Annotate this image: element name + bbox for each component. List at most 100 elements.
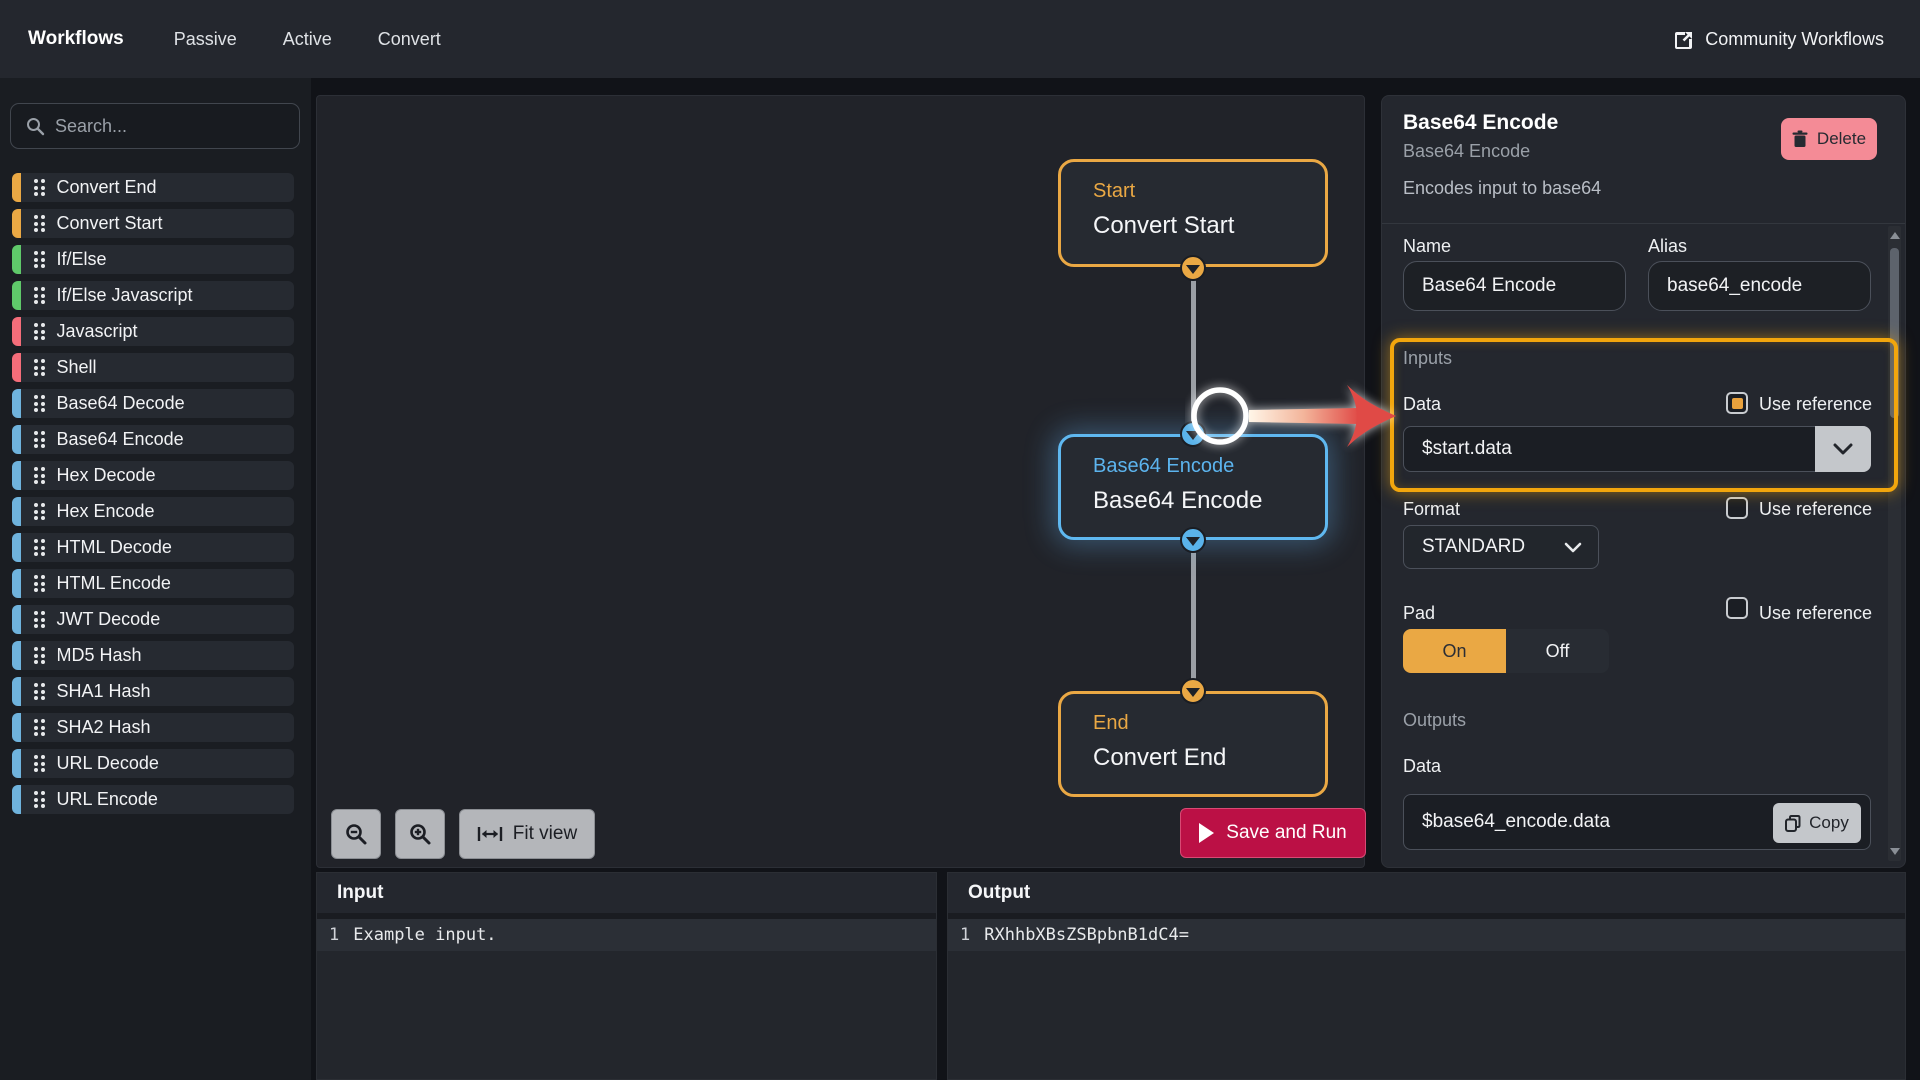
scroll-up-icon[interactable]	[1890, 232, 1900, 239]
node-item-label: HTML Decode	[56, 537, 172, 557]
edge-start-to-encode	[1191, 268, 1196, 434]
node-type-label: Start	[1093, 180, 1136, 202]
line-number: 1	[329, 925, 340, 945]
sidebar-node-item[interactable]: Convert End	[12, 173, 294, 202]
sidebar-node-item[interactable]: URL Decode	[12, 749, 294, 778]
fit-view-button[interactable]: Fit view	[459, 809, 595, 859]
zoom-in-button[interactable]	[395, 809, 445, 859]
data-use-reference-checkbox[interactable]	[1726, 392, 1748, 414]
sidebar-node-item[interactable]: SHA1 Hash	[12, 677, 294, 706]
scrollbar-thumb[interactable]	[1890, 248, 1899, 418]
inspector-scrollbar[interactable]	[1888, 226, 1901, 861]
node-item-label: HTML Encode	[56, 573, 171, 593]
pad-off-button[interactable]: Off	[1506, 629, 1609, 673]
copy-label: Copy	[1809, 813, 1849, 832]
fit-view-icon	[477, 825, 503, 843]
node-inspector-panel: Base64 Encode Base64 Encode Encodes inpu…	[1381, 95, 1906, 868]
tab-active[interactable]: Active	[283, 29, 332, 50]
top-nav: Workflows Passive Active Convert Communi…	[0, 0, 1920, 78]
sidebar-node-item[interactable]: Convert Start	[12, 209, 294, 238]
sidebar-node-item[interactable]: Shell	[12, 353, 294, 382]
node-convert-end[interactable]: End Convert End	[1058, 691, 1328, 797]
output-value-text: $base64_encode.data	[1422, 811, 1611, 832]
sidebar-node-item[interactable]: JWT Decode	[12, 605, 294, 634]
tab-convert[interactable]: Convert	[378, 29, 441, 50]
sidebar-node-item[interactable]: HTML Encode	[12, 569, 294, 598]
save-and-run-button[interactable]: Save and Run	[1180, 808, 1366, 858]
input-editor[interactable]: 1 Example input.	[317, 919, 936, 951]
data-input-label: Data	[1403, 394, 1442, 414]
sidebar-node-item[interactable]: SHA2 Hash	[12, 713, 294, 742]
node-item-label: If/Else Javascript	[56, 285, 193, 305]
alias-field[interactable]: base64_encode	[1648, 261, 1871, 311]
outputs-section-label: Outputs	[1403, 710, 1467, 730]
output-editor[interactable]: 1 RXhhbXBsZSBpbnB1dC4=	[948, 919, 1905, 951]
workflow-canvas[interactable]: Start Convert Start Base64 Encode Base64…	[316, 95, 1366, 868]
pad-use-reference-checkbox[interactable]	[1726, 597, 1748, 619]
node-base64-encode[interactable]: Base64 Encode Base64 Encode	[1058, 434, 1328, 540]
node-color-strip	[12, 785, 21, 814]
inspector-description: Encodes input to base64	[1403, 178, 1602, 198]
node-color-strip	[12, 605, 21, 634]
copy-button[interactable]: Copy	[1773, 803, 1861, 843]
sidebar-node-item[interactable]: Hex Encode	[12, 497, 294, 526]
data-select-dropdown-button[interactable]	[1815, 426, 1871, 472]
delete-label: Delete	[1816, 129, 1867, 148]
copy-icon	[1785, 814, 1801, 832]
sidebar-node-item[interactable]: MD5 Hash	[12, 641, 294, 670]
sidebar-node-item[interactable]: Hex Decode	[12, 461, 294, 490]
drag-handle-icon	[34, 251, 45, 268]
external-link-icon	[1674, 29, 1695, 50]
port-encode-output[interactable]	[1180, 527, 1206, 553]
app-title: Workflows	[28, 28, 124, 49]
input-line-1[interactable]: 1 Example input.	[317, 919, 936, 951]
port-end-input[interactable]	[1180, 678, 1206, 704]
scroll-down-icon[interactable]	[1890, 848, 1900, 855]
output-data-label: Data	[1403, 756, 1442, 776]
node-type-label: End	[1093, 712, 1129, 734]
sidebar-node-item[interactable]: URL Encode	[12, 785, 294, 814]
node-color-strip	[12, 425, 21, 454]
node-item-label: SHA1 Hash	[56, 681, 151, 701]
pad-use-reference-label: Use reference	[1759, 603, 1873, 623]
output-line-1[interactable]: 1 RXhhbXBsZSBpbnB1dC4=	[948, 919, 1905, 951]
drag-handle-icon	[34, 467, 45, 484]
drag-handle-icon	[34, 791, 45, 808]
drag-handle-icon	[34, 431, 45, 448]
sidebar-node-item[interactable]: Javascript	[12, 317, 294, 346]
drag-handle-icon	[34, 215, 45, 232]
pad-on-button[interactable]: On	[1403, 629, 1506, 673]
sidebar-node-item[interactable]: If/Else	[12, 245, 294, 274]
node-item-label: Base64 Decode	[56, 393, 185, 413]
drag-handle-icon	[34, 539, 45, 556]
node-convert-start[interactable]: Start Convert Start	[1058, 159, 1328, 267]
community-workflows-link[interactable]: Community Workflows	[1674, 29, 1884, 50]
search-input[interactable]: Search...	[10, 103, 300, 149]
fit-view-label: Fit view	[512, 823, 578, 844]
drag-handle-icon	[34, 395, 45, 412]
delete-node-button[interactable]: Delete	[1781, 118, 1877, 160]
node-color-strip	[12, 389, 21, 418]
port-start-output[interactable]	[1180, 255, 1206, 281]
sidebar-node-item[interactable]: If/Else Javascript	[12, 281, 294, 310]
trash-icon	[1792, 130, 1808, 148]
sidebar-node-item[interactable]: Base64 Encode	[12, 425, 294, 454]
format-select[interactable]: STANDARD	[1403, 525, 1599, 569]
zoom-out-button[interactable]	[331, 809, 381, 859]
data-value-select[interactable]: $start.data	[1403, 426, 1871, 472]
name-field[interactable]: Base64 Encode	[1403, 261, 1626, 311]
format-use-reference-checkbox[interactable]	[1726, 497, 1748, 519]
node-color-strip	[12, 245, 21, 274]
sidebar-node-item[interactable]: HTML Decode	[12, 533, 294, 562]
input-panel-title: Input	[337, 882, 384, 903]
node-color-strip	[12, 713, 21, 742]
node-item-label: MD5 Hash	[56, 645, 142, 665]
drag-handle-icon	[34, 359, 45, 376]
output-panel-title: Output	[968, 882, 1031, 903]
port-encode-input[interactable]	[1180, 421, 1206, 447]
tab-passive[interactable]: Passive	[174, 29, 237, 50]
drag-handle-icon	[34, 575, 45, 592]
chevron-down-icon	[1564, 542, 1582, 552]
sidebar-node-item[interactable]: Base64 Decode	[12, 389, 294, 418]
drag-handle-icon	[34, 647, 45, 664]
